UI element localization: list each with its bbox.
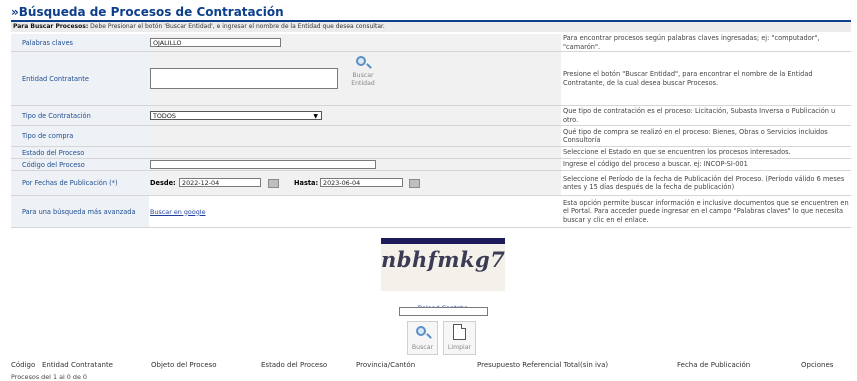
page-title: »Búsqueda de Procesos de Contratación bbox=[11, 5, 851, 22]
process-state-help: Seleccione el Estado en que se encuentre… bbox=[561, 146, 851, 159]
row-keywords: Palabras claves OJALILLO Para encontrar … bbox=[11, 34, 851, 52]
purchase-type-label: Tipo de compra bbox=[11, 125, 149, 147]
contract-type-select[interactable]: TODOS ▼ bbox=[150, 111, 322, 120]
row-dates: Por Fechas de Publicación (*) Desde: 202… bbox=[11, 170, 851, 196]
date-from-label: Desde: bbox=[150, 179, 176, 187]
process-state-label: Estado del Proceso bbox=[11, 146, 149, 159]
captcha-bar bbox=[381, 238, 505, 244]
magnifier-icon bbox=[415, 326, 432, 340]
results-header: Código Entidad Contratante Objeto del Pr… bbox=[11, 360, 851, 370]
col-entidad[interactable]: Entidad Contratante bbox=[42, 361, 113, 369]
search-entity-button[interactable]: Buscar Entidad bbox=[348, 56, 378, 88]
entity-textarea[interactable] bbox=[150, 68, 338, 89]
date-to-input[interactable]: 2023-06-04 bbox=[320, 178, 403, 187]
date-from-input[interactable]: 2022-12-04 bbox=[179, 178, 261, 187]
instructions-text: Debe Presionar el botón 'Buscar Entidad'… bbox=[88, 23, 385, 30]
clear-button[interactable]: Limpiar bbox=[443, 321, 476, 355]
keywords-input[interactable]: OJALILLO bbox=[150, 38, 281, 47]
captcha-input[interactable] bbox=[399, 307, 488, 316]
entity-label: Entidad Contratante bbox=[11, 51, 149, 106]
col-fecha[interactable]: Fecha de Publicación bbox=[677, 361, 750, 369]
search-button-label: Buscar bbox=[411, 344, 434, 351]
row-entity: Entidad Contratante Buscar Entidad Presi… bbox=[11, 51, 851, 106]
process-code-input[interactable] bbox=[150, 160, 376, 169]
captcha-image: nbhfmkg7 bbox=[381, 238, 505, 291]
captcha-text: nbhfmkg7 bbox=[381, 247, 506, 272]
calendar-icon[interactable] bbox=[409, 179, 420, 188]
row-process-state: Estado del Proceso Seleccione el Estado … bbox=[11, 146, 851, 159]
chevron-down-icon: ▼ bbox=[313, 113, 318, 120]
clear-button-label: Limpiar bbox=[447, 344, 472, 351]
col-presupuesto[interactable]: Presupuesto Referencial Total(sin iva) bbox=[477, 361, 608, 369]
blank-document-icon bbox=[453, 324, 466, 340]
advanced-label: Para una búsqueda más avanzada bbox=[11, 195, 149, 228]
col-estado[interactable]: Estado del Proceso bbox=[261, 361, 327, 369]
search-entity-label-2: Entidad bbox=[351, 80, 375, 87]
search-form: Palabras claves OJALILLO Para encontrar … bbox=[11, 34, 851, 228]
row-advanced: Para una búsqueda más avanzada Buscar en… bbox=[11, 195, 851, 228]
contract-type-help: Que tipo de contratación es el proceso: … bbox=[561, 105, 851, 126]
dates-help: Seleccione el Período de la fecha de Pub… bbox=[561, 170, 851, 196]
keywords-help: Para encontrar procesos según palabras c… bbox=[561, 34, 851, 52]
row-process-code: Código del Proceso Ingrese el código del… bbox=[11, 158, 851, 171]
results-count: Procesos del 1 al 0 de 0 bbox=[11, 373, 87, 381]
process-code-help: Ingrese el código del proceso a buscar. … bbox=[561, 158, 851, 171]
contract-type-selected: TODOS bbox=[153, 112, 176, 120]
instructions-bar: Para Buscar Procesos: Debe Presionar el … bbox=[11, 22, 851, 32]
contract-type-label: Tipo de Contratación bbox=[11, 105, 149, 126]
instructions-prefix: Para Buscar Procesos: bbox=[13, 23, 89, 30]
col-codigo[interactable]: Código bbox=[11, 361, 35, 369]
calendar-icon[interactable] bbox=[268, 179, 279, 188]
search-button[interactable]: Buscar bbox=[407, 321, 438, 355]
process-code-label: Código del Proceso bbox=[11, 158, 149, 171]
keywords-label: Palabras claves bbox=[11, 34, 149, 52]
dates-label: Por Fechas de Publicación (*) bbox=[11, 170, 149, 196]
row-contract-type: Tipo de Contratación TODOS ▼ Que tipo de… bbox=[11, 105, 851, 126]
date-to-label: Hasta: bbox=[294, 179, 319, 187]
col-objeto[interactable]: Objeto del Proceso bbox=[151, 361, 217, 369]
entity-help: Presione el botón "Buscar Entidad", para… bbox=[561, 51, 851, 106]
search-entity-label-1: Buscar bbox=[352, 72, 374, 79]
row-purchase-type: Tipo de compra Qué tipo de compra se rea… bbox=[11, 125, 851, 147]
advanced-help: Esta opción permite buscar información e… bbox=[561, 195, 851, 228]
col-provincia[interactable]: Provincia/Cantón bbox=[356, 361, 415, 369]
purchase-type-help: Qué tipo de compra se realizó en el proc… bbox=[561, 125, 851, 147]
col-opciones: Opciones bbox=[801, 361, 834, 369]
google-search-link[interactable]: Buscar en google bbox=[150, 208, 206, 216]
magnifier-icon bbox=[356, 56, 372, 70]
